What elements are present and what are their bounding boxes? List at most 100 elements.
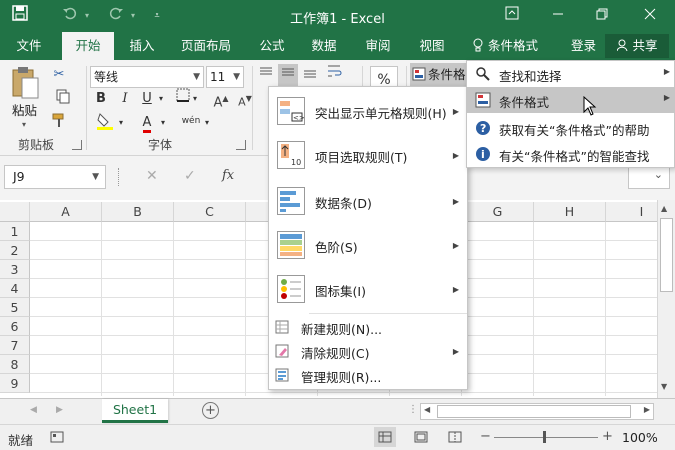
row-header[interactable]: 6 [0, 317, 30, 336]
tab-data[interactable]: 数据 [302, 32, 346, 60]
result-smart-lookup[interactable]: i 有关“条件格式”的智能查找 [467, 141, 674, 167]
font-size-combo[interactable]: 11 ▼ [206, 66, 244, 88]
tab-view[interactable]: 视图 [410, 32, 454, 60]
chevron-down-icon[interactable]: ▾ [202, 112, 212, 134]
tab-home[interactable]: 开始 [62, 32, 114, 60]
ribbon-display-icon[interactable] [500, 5, 524, 27]
column-header[interactable]: I [606, 202, 657, 222]
tab-review[interactable]: 审阅 [356, 32, 400, 60]
minimize-icon[interactable] [546, 5, 570, 27]
format-painter-icon[interactable] [50, 112, 68, 134]
chevron-down-icon[interactable]: ▾ [158, 112, 168, 134]
phonetic-guide-button[interactable]: wén [178, 110, 204, 132]
share-button[interactable]: 共享 [605, 34, 669, 58]
tab-insert[interactable]: 插入 [120, 32, 164, 60]
row-header[interactable]: 8 [0, 355, 30, 374]
row-header[interactable]: 7 [0, 336, 30, 355]
insert-function-button[interactable]: fx [222, 168, 242, 186]
select-all-corner[interactable] [0, 202, 30, 222]
sheet-tab[interactable]: Sheet1 [102, 399, 168, 423]
row-header[interactable]: 4 [0, 279, 30, 298]
chevron-down-icon[interactable]: ▾ [156, 88, 166, 110]
chevron-down-icon[interactable]: ⌄ [654, 168, 663, 181]
menu-item-highlight-cells-rules[interactable]: <> 突出显示单元格规则(H) ▶ [269, 89, 467, 133]
name-box[interactable]: J9 ▼ [4, 165, 106, 189]
tab-formulas[interactable]: 公式 [250, 32, 294, 60]
column-header[interactable]: B [102, 202, 174, 222]
menu-item-data-bars[interactable]: 数据条(D) ▶ [269, 179, 467, 223]
macro-record-icon[interactable] [50, 431, 64, 443]
cut-icon[interactable]: ✂ [50, 64, 68, 86]
menu-item-top-bottom-rules[interactable]: 10 项目选取规则(T) ▶ [269, 133, 467, 177]
column-header[interactable]: A [30, 202, 102, 222]
tell-me-box[interactable]: 条件格式 [472, 32, 538, 60]
next-sheet-icon[interactable]: ▶ [56, 405, 63, 415]
paste-icon[interactable] [10, 66, 44, 102]
restore-icon[interactable] [590, 5, 614, 27]
page-layout-view-icon[interactable] [414, 431, 428, 443]
clipboard-launcher-icon[interactable] [72, 140, 82, 150]
menu-item-color-scales[interactable]: 色阶(S) ▶ [269, 223, 467, 267]
menu-item-clear-rules[interactable]: 清除规则(C) ▶ [269, 339, 467, 363]
result-find-select[interactable]: 查找和选择 ▶ [467, 61, 674, 87]
align-top-icon[interactable] [256, 64, 276, 86]
row-header[interactable]: 5 [0, 298, 30, 317]
page-break-view-icon[interactable] [448, 431, 462, 443]
vertical-scrollbar[interactable]: ▲ ▼ [657, 200, 675, 398]
tab-file[interactable]: 文件 [8, 32, 50, 60]
scroll-up-icon[interactable]: ▲ [661, 204, 667, 213]
prev-sheet-icon[interactable]: ◀ [30, 405, 37, 415]
conditional-format-button[interactable]: 条件格 [410, 63, 470, 87]
zoom-level[interactable]: 100% [622, 430, 658, 445]
row-header[interactable]: 9 [0, 374, 30, 393]
add-sheet-icon[interactable]: + [202, 402, 219, 419]
menu-item-icon-sets[interactable]: 图标集(I) ▶ [269, 267, 467, 311]
row-header[interactable]: 1 [0, 222, 30, 241]
bold-button[interactable]: B [92, 88, 110, 110]
splitter-handle[interactable] [118, 168, 120, 186]
zoom-slider[interactable] [494, 437, 598, 438]
tab-page-layout[interactable]: 页面布局 [174, 32, 238, 60]
zoom-slider-thumb[interactable] [543, 431, 546, 443]
menu-item-new-rule[interactable]: 新建规则(N)... [269, 315, 467, 339]
fill-color-icon[interactable] [94, 112, 116, 134]
column-header[interactable]: C [174, 202, 246, 222]
increase-font-icon[interactable]: A▲ [210, 88, 232, 110]
normal-view-icon[interactable] [374, 427, 396, 447]
scroll-down-icon[interactable]: ▼ [661, 382, 667, 391]
cancel-icon[interactable]: ✕ [146, 168, 164, 186]
formula-input[interactable]: ⌄ [628, 165, 670, 189]
chevron-down-icon[interactable]: ▾ [190, 88, 200, 110]
chevron-down-icon[interactable]: ▼ [92, 166, 99, 188]
scroll-right-icon[interactable]: ▶ [644, 405, 650, 414]
menu-item-manage-rules[interactable]: 管理规则(R)... [269, 363, 467, 387]
font-launcher-icon[interactable] [236, 140, 246, 150]
tab-split-handle[interactable]: ⋮ [408, 404, 418, 415]
align-bottom-icon[interactable] [300, 64, 320, 86]
result-conditional-format[interactable]: 条件格式 ▶ [467, 87, 674, 113]
close-icon[interactable] [638, 5, 662, 27]
chevron-down-icon[interactable]: ▾ [116, 112, 126, 134]
horizontal-scrollbar[interactable]: ◀ ▶ [420, 403, 654, 420]
underline-button[interactable]: U [138, 88, 156, 110]
align-middle-icon[interactable] [278, 64, 298, 86]
row-header[interactable]: 3 [0, 260, 30, 279]
font-name-combo[interactable]: 等线 ▼ [90, 66, 204, 88]
italic-button[interactable]: I [116, 88, 134, 110]
enter-icon[interactable]: ✓ [184, 168, 202, 186]
zoom-out-icon[interactable]: − [480, 429, 491, 444]
signin-link[interactable]: 登录 [571, 32, 596, 60]
row-header[interactable]: 2 [0, 241, 30, 260]
zoom-in-icon[interactable]: + [602, 429, 613, 444]
chevron-down-icon[interactable]: ▾ [22, 120, 26, 129]
column-header[interactable]: H [534, 202, 606, 222]
copy-icon[interactable] [50, 88, 76, 110]
scroll-thumb[interactable] [437, 405, 631, 418]
wrap-text-icon[interactable] [324, 64, 346, 86]
scroll-left-icon[interactable]: ◀ [424, 405, 430, 414]
scroll-thumb[interactable] [660, 218, 673, 292]
font-color-icon[interactable]: A [136, 112, 158, 134]
result-get-help[interactable]: ? 获取有关“条件格式”的帮助 [467, 115, 674, 141]
column-header[interactable]: G [462, 202, 534, 222]
paste-label[interactable]: 粘贴 [12, 100, 37, 119]
